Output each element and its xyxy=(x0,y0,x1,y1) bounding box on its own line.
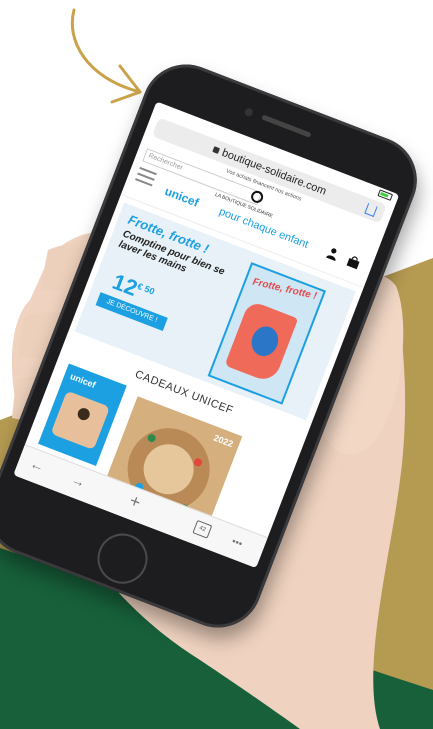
shopping-bag-icon[interactable] xyxy=(346,254,361,270)
battery-icon xyxy=(377,189,394,201)
price-cents: € 50 xyxy=(136,281,157,297)
product-card-unicef[interactable]: unicef xyxy=(38,363,127,466)
child-face xyxy=(75,406,92,422)
camera-icon xyxy=(243,107,255,118)
forward-arrow-icon[interactable]: → xyxy=(69,471,88,491)
share-icon[interactable] xyxy=(364,203,378,217)
back-arrow-icon[interactable]: ← xyxy=(28,455,47,475)
home-button[interactable] xyxy=(90,526,155,591)
unicef-logo[interactable]: unicef xyxy=(163,184,201,210)
book-title: Frotte, frotte ! xyxy=(251,276,318,303)
product-card-label: unicef xyxy=(68,371,98,391)
more-menu-icon[interactable]: ••• xyxy=(230,536,244,550)
price-main: 12 xyxy=(109,268,141,301)
hamburger-menu-icon[interactable] xyxy=(134,166,157,190)
lock-icon xyxy=(211,146,220,154)
speaker-grille xyxy=(261,114,312,138)
tabs-count-badge[interactable]: 42 xyxy=(192,519,213,539)
book-cover[interactable]: Frotte, frotte ! xyxy=(207,262,327,405)
user-account-icon[interactable] xyxy=(325,246,340,262)
child-photo xyxy=(50,390,110,451)
plus-icon[interactable]: + xyxy=(126,490,144,513)
calendar-year: 2022 xyxy=(212,432,235,450)
